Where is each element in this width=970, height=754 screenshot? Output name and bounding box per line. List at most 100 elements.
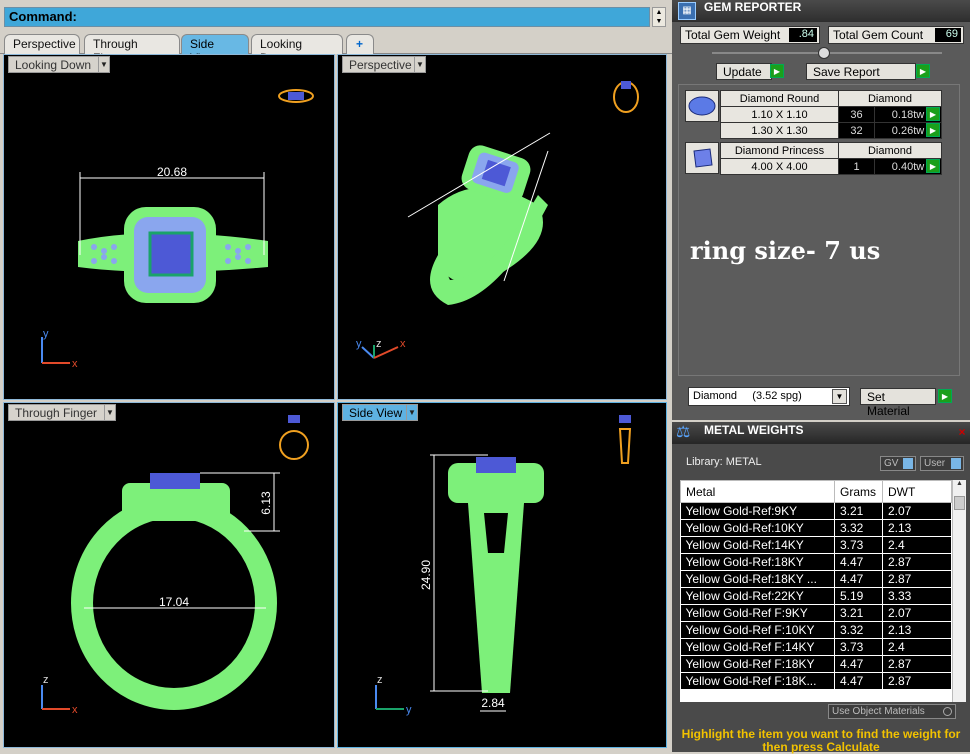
play-icon[interactable]: ▶ xyxy=(926,123,940,137)
table-row[interactable]: Yellow Gold-Ref F:18KY 4.47 2.87 xyxy=(680,655,952,673)
table-row[interactable]: 4.00 X 4.00 1 0.40tw xyxy=(720,158,942,175)
gem-reporter-header: ▦ GEM REPORTER xyxy=(672,0,970,22)
user-toggle[interactable]: User xyxy=(920,456,964,471)
axis-label: x xyxy=(400,338,406,350)
play-icon[interactable]: ▶ xyxy=(916,64,930,78)
gem-size: 1.30 X 1.30 xyxy=(720,122,839,139)
tab-looking-down[interactable]: Looking Down xyxy=(251,34,343,65)
chevron-up-icon[interactable]: ▲ xyxy=(656,9,663,16)
use-object-materials-label: Use Object Materials xyxy=(832,706,925,717)
metal-dwt: 2.07 xyxy=(882,604,952,622)
metal-name: Yellow Gold-Ref:14KY xyxy=(680,536,835,554)
table-row[interactable]: 1.30 X 1.30 32 0.26tw xyxy=(720,122,942,139)
metal-grams: 4.47 xyxy=(834,570,883,588)
metal-dwt: 2.87 xyxy=(882,655,952,673)
close-icon[interactable]: × xyxy=(956,426,968,439)
table-row[interactable]: Yellow Gold-Ref F:18K... 4.47 2.87 xyxy=(680,672,952,690)
command-input[interactable]: Command: xyxy=(4,7,650,27)
set-material-button[interactable]: Set Material xyxy=(860,388,936,418)
axis-label: z xyxy=(43,674,49,686)
column-header[interactable]: Grams xyxy=(834,480,883,503)
table-row[interactable]: Yellow Gold-Ref:14KY 3.73 2.4 xyxy=(680,536,952,554)
ring-side-view: 24.90 2.84 z y xyxy=(375,415,632,716)
dimension-line xyxy=(84,472,280,609)
command-bar: Command: ▲ ▼ xyxy=(0,0,672,32)
table-row[interactable]: Yellow Gold-Ref:9KY 3.21 2.07 xyxy=(680,502,952,520)
chevron-down-icon[interactable]: ▼ xyxy=(406,404,418,421)
metal-table-container: Metal Grams DWT Yellow Gold-Ref:9KY 3.21 2… xyxy=(680,480,966,702)
gem-reporter-icon: ▦ xyxy=(678,2,696,20)
ring-thumbnail-icon xyxy=(618,415,632,464)
add-tab-button[interactable]: + xyxy=(346,34,374,54)
ring-front-view: 17.04 6.13 z x xyxy=(41,415,309,716)
column-header[interactable]: Metal xyxy=(680,480,835,503)
column-header[interactable]: DWT xyxy=(882,480,952,503)
play-icon[interactable]: ▶ xyxy=(770,64,784,78)
gem-size: 4.00 X 4.00 xyxy=(720,158,839,175)
viewport-label[interactable]: Looking Down xyxy=(8,56,100,73)
ring-shank xyxy=(430,145,548,305)
play-icon[interactable]: ▶ xyxy=(938,389,952,403)
dimension-label: 20.68 xyxy=(157,165,187,179)
table-row[interactable]: 1.10 X 1.10 36 0.18tw xyxy=(720,106,942,123)
play-icon[interactable]: ▶ xyxy=(926,107,940,121)
save-report-button[interactable]: Save Report xyxy=(806,63,916,80)
axis-gizmo-icon xyxy=(375,685,404,710)
play-icon[interactable]: ▶ xyxy=(926,159,940,173)
ring-thumbnail-icon xyxy=(279,415,309,460)
metal-name: Yellow Gold-Ref F:9KY xyxy=(680,604,835,622)
viewport-through-finger[interactable]: Through Finger ▼ 17.04 6.13 z x xyxy=(3,402,335,748)
metal-grams: 4.47 xyxy=(834,553,883,571)
table-row[interactable]: Yellow Gold-Ref:18KY 4.47 2.87 xyxy=(680,553,952,571)
viewport-side-view[interactable]: Side View ▼ 24.90 2.84 z y xyxy=(337,402,667,748)
tab-side-view[interactable]: Side View xyxy=(181,34,249,65)
library-label: Library: METAL xyxy=(686,456,762,468)
table-row[interactable]: Yellow Gold-Ref F:14KY 3.73 2.4 xyxy=(680,638,952,656)
gem-shape: Diamond Princess xyxy=(720,142,839,159)
user-label: User xyxy=(924,458,946,469)
chevron-down-icon[interactable]: ▼ xyxy=(98,56,110,73)
table-row[interactable]: Yellow Gold-Ref:18KY ... 4.47 2.87 xyxy=(680,570,952,588)
use-object-materials-toggle[interactable]: Use Object Materials xyxy=(828,704,956,719)
viewport-looking-down[interactable]: Looking Down ▼ 20.68 y x xyxy=(3,54,335,400)
ring-perspective-view: y z x xyxy=(356,81,639,359)
metal-dwt: 3.33 xyxy=(882,587,952,605)
tab-through-finger[interactable]: Through Finger xyxy=(84,34,180,65)
metal-dwt: 2.4 xyxy=(882,638,952,656)
viewport-perspective[interactable]: Perspective ▼ y z x xyxy=(337,54,667,400)
axis-label: y xyxy=(356,338,362,350)
viewport-label[interactable]: Perspective xyxy=(342,56,416,73)
scrollbar-thumb[interactable] xyxy=(954,496,965,510)
axis-label: x xyxy=(72,704,78,716)
viewport-label[interactable]: Through Finger xyxy=(8,404,108,421)
chevron-down-icon[interactable]: ▼ xyxy=(414,56,426,73)
dimension-line xyxy=(430,454,506,712)
tab-perspective[interactable]: Perspective xyxy=(4,34,80,54)
metal-dwt: 2.07 xyxy=(882,502,952,520)
chevron-up-icon[interactable]: ▲ xyxy=(953,480,966,494)
viewport-label[interactable]: Side View xyxy=(342,404,410,421)
ring-thumbnail-icon xyxy=(278,89,314,103)
table-row[interactable]: Yellow Gold-Ref F:10KY 3.32 2.13 xyxy=(680,621,952,639)
table-row[interactable]: Yellow Gold-Ref:10KY 3.32 2.13 xyxy=(680,519,952,537)
metal-dwt: 2.13 xyxy=(882,621,952,639)
scrollbar[interactable]: ▲ xyxy=(952,480,966,702)
command-scroll[interactable]: ▲ ▼ xyxy=(652,7,666,27)
chevron-down-icon[interactable]: ▼ xyxy=(832,389,847,404)
update-button[interactable]: Update xyxy=(716,63,772,80)
material-select[interactable]: Diamond (3.52 spg) xyxy=(688,387,850,406)
chevron-down-icon[interactable]: ▼ xyxy=(656,18,663,25)
axis-label: y xyxy=(43,328,49,340)
chevron-down-icon[interactable]: ▼ xyxy=(104,404,116,421)
ring-shank xyxy=(71,473,277,710)
table-row[interactable]: Yellow Gold-Ref F:9KY 3.21 2.07 xyxy=(680,604,952,622)
metal-name: Yellow Gold-Ref:22KY xyxy=(680,587,835,605)
table-row[interactable]: Yellow Gold-Ref:22KY 5.19 3.33 xyxy=(680,587,952,605)
slider-handle[interactable] xyxy=(818,47,830,59)
dimension-line xyxy=(79,172,265,255)
gv-toggle[interactable]: GV xyxy=(880,456,916,471)
ring-top-view: 20.68 y x xyxy=(41,89,314,370)
total-gem-count-value: 69 xyxy=(935,28,961,42)
panel-title: METAL WEIGHTS xyxy=(704,423,804,437)
dimension-label: 24.90 xyxy=(419,560,433,590)
